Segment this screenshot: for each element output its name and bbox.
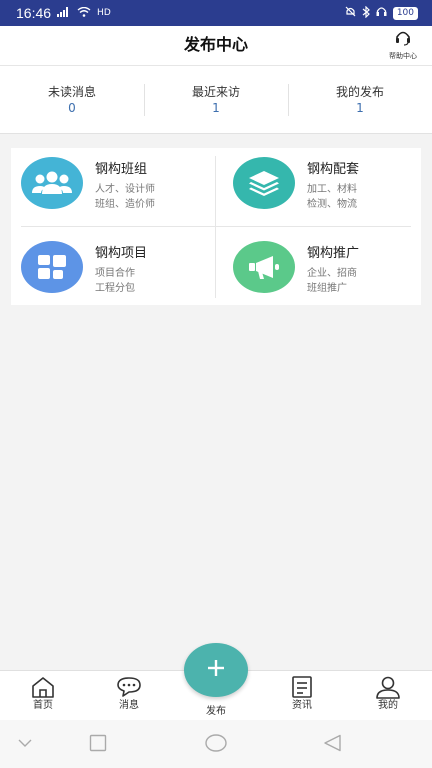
publish-button[interactable]: [184, 643, 248, 697]
group-icon: [21, 157, 83, 209]
stat-value: 0: [68, 100, 76, 115]
category-desc: 项目合作: [95, 268, 135, 279]
home-icon: [13, 675, 73, 699]
category-desc: 工程分包: [95, 283, 135, 294]
bluetooth-icon: [362, 5, 370, 21]
category-title: 钢构项目: [95, 246, 148, 261]
stat-label: 最近来访: [191, 84, 240, 99]
stat-label: 未读消息: [47, 84, 96, 99]
header: 发布中心 帮助中心: [0, 26, 432, 66]
category-desc: 加工、材料: [307, 184, 357, 195]
stat-recent-visits[interactable]: 最近来访 1: [144, 83, 288, 116]
tab-label: 我的: [378, 700, 398, 711]
headset-icon: [394, 31, 412, 50]
status-bar: 16:46 HD 100: [0, 0, 432, 26]
category-desc: 人才、设计师: [95, 184, 155, 195]
chat-bubble-icon: [99, 675, 159, 699]
category-grid: 钢构班组 人才、设计师 班组、造价师 钢构配套 加工、材料 检测、物流 钢构项目…: [11, 148, 421, 305]
user-icon: [358, 675, 418, 699]
recents-button[interactable]: [89, 734, 107, 756]
headphone-icon: [376, 6, 387, 20]
publish-label: 发布: [206, 706, 226, 717]
stat-unread-messages[interactable]: 未读消息 0: [0, 84, 144, 116]
hd-badge: HD: [97, 8, 111, 18]
layers-icon: [233, 157, 295, 209]
grid-divider-horizontal: [21, 226, 411, 227]
category-steel-team[interactable]: 钢构班组 人才、设计师 班组、造价师: [11, 148, 216, 226]
blocks-icon: [21, 241, 83, 293]
category-title: 钢构推广: [307, 246, 360, 261]
status-time: 16:46: [16, 5, 52, 21]
stat-my-posts[interactable]: 我的发布 1: [288, 83, 432, 116]
signal-icon: [57, 6, 71, 21]
tab-home[interactable]: 首页: [13, 675, 73, 713]
news-doc-icon: [272, 675, 332, 699]
help-center-label: 帮助中心: [389, 52, 417, 60]
stats-row: 未读消息 0 最近来访 1 我的发布 1: [0, 66, 432, 134]
stat-value: 1: [212, 100, 220, 115]
category-desc: 班组、造价师: [95, 199, 155, 210]
category-desc: 企业、招商: [307, 268, 357, 279]
category-title: 钢构配套: [307, 162, 360, 177]
category-title: 钢构班组: [95, 162, 148, 177]
wifi-icon: [77, 6, 91, 21]
battery-indicator: 100: [392, 6, 418, 20]
page-title: 发布中心: [183, 35, 248, 54]
stat-label: 我的发布: [335, 84, 384, 99]
category-desc: 班组推广: [307, 283, 347, 294]
mute-icon: [345, 6, 356, 20]
tab-mine[interactable]: 我的: [358, 675, 418, 713]
category-steel-supporting[interactable]: 钢构配套 加工、材料 检测、物流: [223, 148, 428, 226]
tab-messages[interactable]: 消息: [99, 675, 159, 713]
tab-label: 首页: [33, 700, 53, 711]
category-steel-project[interactable]: 钢构项目 项目合作 工程分包: [11, 232, 216, 310]
tab-label: 消息: [119, 700, 139, 711]
category-steel-promotion[interactable]: 钢构推广 企业、招商 班组推广: [223, 232, 428, 310]
plus-icon: [205, 657, 227, 683]
system-nav-bar: [0, 720, 432, 768]
home-button[interactable]: [205, 734, 227, 756]
tab-news[interactable]: 资讯: [272, 675, 332, 713]
back-button[interactable]: [323, 734, 343, 756]
chevron-down-icon[interactable]: [16, 734, 34, 756]
stat-value: 1: [356, 100, 364, 115]
help-center-button[interactable]: 帮助中心: [386, 30, 420, 61]
tab-label: 资讯: [292, 700, 312, 711]
megaphone-icon: [233, 241, 295, 293]
category-desc: 检测、物流: [307, 199, 357, 210]
